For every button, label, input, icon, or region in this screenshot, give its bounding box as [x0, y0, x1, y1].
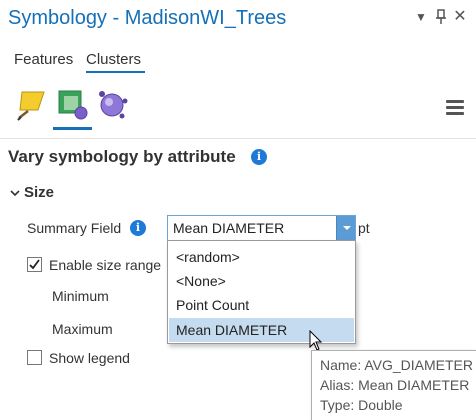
cluster-label-icon[interactable]: [96, 88, 130, 122]
tooltip-name: Name: AVG_DIAMETER: [320, 357, 474, 373]
active-mode-indicator: [53, 127, 92, 130]
divider: [0, 138, 476, 139]
tab-clusters[interactable]: Clusters: [86, 51, 141, 68]
dropdown-option[interactable]: <random>: [169, 245, 354, 269]
close-icon[interactable]: ✕: [452, 8, 468, 26]
pane-title-controls: ▼ ✕: [412, 8, 468, 28]
section-label-size[interactable]: Size: [24, 184, 54, 201]
summary-field-select[interactable]: Mean DIAMETER: [167, 215, 356, 241]
maximum-label: Maximum: [52, 321, 113, 337]
chevron-down-icon[interactable]: ▼: [412, 8, 430, 26]
summary-field-dropdown: <random> <None> Point Count Mean DIAMETE…: [167, 240, 356, 344]
active-tab-indicator: [86, 71, 145, 73]
summary-field-value: Mean DIAMETER: [173, 220, 285, 236]
mouse-cursor-icon: [309, 329, 323, 352]
hamburger-menu-icon[interactable]: [446, 100, 464, 116]
show-legend-checkbox[interactable]: [27, 350, 42, 365]
vary-symbology-icon[interactable]: [56, 88, 90, 122]
summary-field-label: Summary Field: [27, 220, 122, 236]
enable-size-range-checkbox[interactable]: [27, 257, 42, 272]
unit-label: pt: [358, 220, 370, 236]
edit-symbol-icon[interactable]: [16, 88, 50, 122]
field-tooltip: Name: AVG_DIAMETER Alias: Mean DIAMETER …: [311, 350, 476, 420]
info-icon[interactable]: i: [130, 220, 146, 236]
pin-icon[interactable]: [433, 8, 449, 26]
dropdown-option[interactable]: Point Count: [169, 293, 354, 317]
dropdown-option-selected[interactable]: Mean DIAMETER: [169, 318, 354, 342]
pane-title: Symbology - MadisonWI_Trees: [8, 7, 287, 29]
tooltip-type: Type: Double: [320, 397, 403, 413]
chevron-down-icon[interactable]: [10, 188, 20, 201]
enable-size-range-label: Enable size range: [49, 257, 162, 273]
tooltip-alias: Alias: Mean DIAMETER: [320, 377, 470, 393]
show-legend-label: Show legend: [49, 350, 130, 366]
page-heading: Vary symbology by attribute: [8, 147, 236, 166]
info-icon[interactable]: i: [251, 149, 267, 165]
dropdown-option[interactable]: <None>: [169, 269, 354, 293]
minimum-label: Minimum: [52, 288, 109, 304]
tab-features[interactable]: Features: [14, 51, 73, 68]
chevron-down-icon[interactable]: [336, 216, 355, 240]
